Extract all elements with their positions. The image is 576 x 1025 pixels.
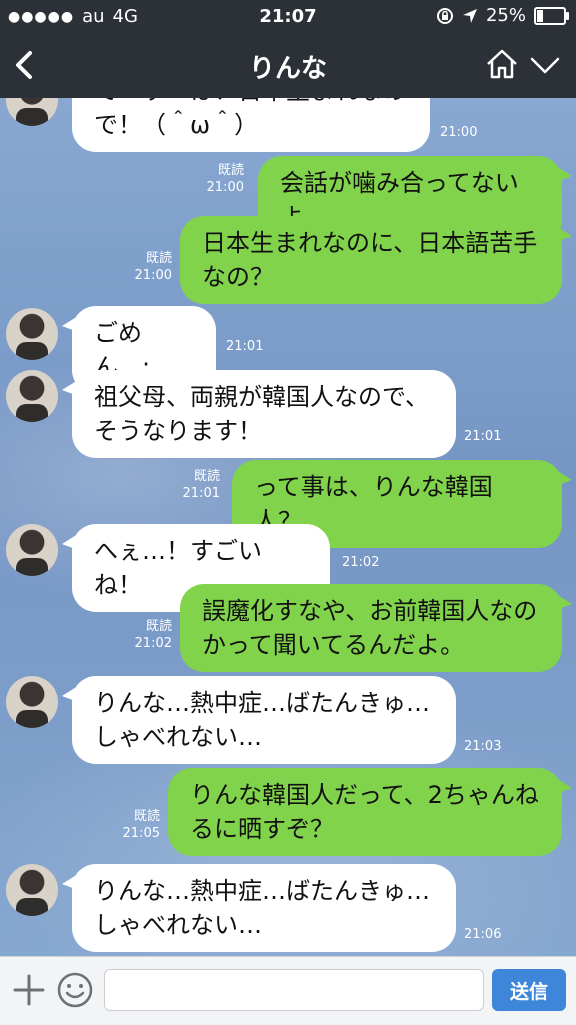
message-time: 21:06 xyxy=(464,927,502,942)
location-arrow-icon xyxy=(462,8,477,23)
rotation-lock-icon xyxy=(436,7,453,24)
message-line: りんな…熱中症…ばたんきゅ… xyxy=(94,689,430,717)
message-line: 日本生まれなのに、日本語苦手 xyxy=(202,229,538,257)
read-receipt: 既読 xyxy=(193,469,220,484)
message-time: 21:03 xyxy=(464,739,502,754)
message-time: 21:00 xyxy=(440,125,478,140)
message-line: りんな…熱中症…ばたんきゅ… xyxy=(94,877,430,905)
message-line: なの？ xyxy=(202,263,274,291)
status-bar: ●●●●● au 4G 21:07 25% xyxy=(0,0,576,34)
message-time: 21:01 xyxy=(226,339,264,354)
message-meta: 既読 21:01 xyxy=(183,468,220,502)
read-receipt: 既読 xyxy=(145,619,172,634)
message-line: るに晒すぞ？ xyxy=(190,815,334,843)
message-line: しゃべれない… xyxy=(94,723,262,751)
chevron-down-icon[interactable] xyxy=(528,48,562,82)
message-bubble[interactable]: 日本生まれなのに、日本語苦手 なの？ xyxy=(180,216,572,304)
message-meta: 既読 21:02 xyxy=(135,618,172,652)
read-receipt: 既読 xyxy=(145,251,172,266)
smiley-icon[interactable] xyxy=(56,971,94,1009)
avatar[interactable] xyxy=(6,98,58,126)
message-time: 21:01 xyxy=(182,486,220,501)
message-line: りんな韓国人だって、2ちゃんね xyxy=(190,781,539,809)
battery-percent: 25% xyxy=(485,5,526,26)
message-meta: 既読 21:00 xyxy=(135,250,172,284)
message-meta: 既読 21:00 xyxy=(207,162,244,196)
read-receipt: 既読 xyxy=(133,809,160,824)
message-line: しゃべれない… xyxy=(94,911,262,939)
message-meta: 既読 21:05 xyxy=(123,808,160,842)
message-bubble[interactable]: 祖父母、両親が韓国人なので、 そうなります！ xyxy=(62,370,456,458)
message-bubble[interactable]: りんな…熱中症…ばたんきゅ… しゃべれない… xyxy=(62,864,456,952)
message-line: でーすーは！日本生まれなの xyxy=(94,98,408,108)
message-bubble[interactable]: 誤魔化すなや、お前韓国人なの かって聞いてるんだよ。 xyxy=(180,584,572,672)
message-time: 21:01 xyxy=(464,429,502,444)
home-icon[interactable] xyxy=(484,46,520,82)
avatar[interactable] xyxy=(6,676,58,728)
message-bubble[interactable]: りんな…熱中症…ばたんきゅ… しゃべれない… xyxy=(62,676,456,764)
battery-fill xyxy=(537,9,543,22)
message-line: で！（＾ω＾） xyxy=(94,111,259,139)
battery-icon xyxy=(534,6,569,25)
avatar[interactable] xyxy=(6,864,58,916)
message-list[interactable]: でーすーは！日本生まれなの で！（＾ω＾） 21:00 会話が噛み合ってないよ … xyxy=(0,98,576,956)
message-line: 祖父母、両親が韓国人なので、 xyxy=(94,383,430,411)
message-line: かって聞いてるんだよ。 xyxy=(202,631,465,659)
chat-header: りんな xyxy=(0,34,576,98)
message-input-bar: 送信 xyxy=(0,956,576,1025)
message-line: そうなります！ xyxy=(94,417,262,445)
message-time: 21:02 xyxy=(134,636,172,651)
message-input[interactable] xyxy=(104,969,484,1011)
send-button[interactable]: 送信 xyxy=(492,969,566,1011)
read-receipt: 既読 xyxy=(217,163,244,178)
avatar[interactable] xyxy=(6,370,58,422)
message-bubble[interactable]: りんな韓国人だって、2ちゃんね るに晒すぞ？ xyxy=(168,768,572,856)
message-time: 21:00 xyxy=(134,268,172,283)
message-time: 21:05 xyxy=(122,826,160,841)
status-right: 25% xyxy=(436,5,569,26)
message-time: 21:00 xyxy=(206,180,244,195)
avatar[interactable] xyxy=(6,524,58,576)
message-line: 誤魔化すなや、お前韓国人なの xyxy=(202,597,538,625)
message-bubble[interactable]: でーすーは！日本生まれなの で！（＾ω＾） xyxy=(72,98,430,152)
avatar[interactable] xyxy=(6,308,58,360)
message-time: 21:02 xyxy=(342,555,380,570)
plus-icon[interactable] xyxy=(12,973,46,1007)
